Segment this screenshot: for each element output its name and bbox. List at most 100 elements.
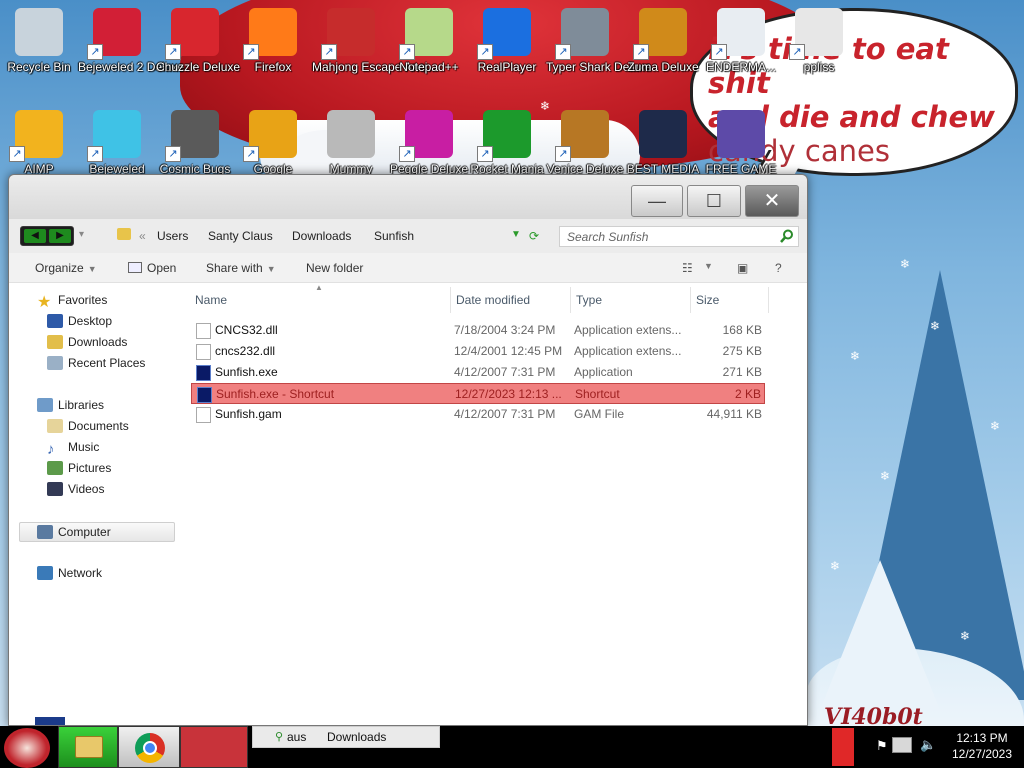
back-arrow-icon[interactable]: ◀ <box>24 229 46 243</box>
column-divider[interactable] <box>690 287 691 313</box>
address-dropdown-icon[interactable]: ▼ <box>511 229 521 240</box>
recycle-bin-icon <box>15 8 63 56</box>
start-button[interactable] <box>4 728 50 768</box>
back-forward-buttons: ◀ ▶ <box>20 226 74 246</box>
desktop-icon-label: Typer Shark Deluxe <box>546 60 652 74</box>
star-icon: ★ <box>37 294 52 311</box>
taskbar-item-label: Downloads <box>327 730 387 744</box>
address-bar: ◀ ▶ ▾ « Users Santy Claus Downloads Sunf… <box>9 219 807 253</box>
column-divider[interactable] <box>768 287 769 313</box>
refresh-icon[interactable]: ⟳ <box>529 229 539 243</box>
nav-favorites[interactable]: ★ Favorites <box>37 293 107 313</box>
desktop-icon-google[interactable]: ↗ Google <box>234 104 312 184</box>
desktop-icon-realplayer[interactable]: ↗ RealPlayer <box>468 2 546 82</box>
window-titlebar[interactable]: — ☐ ✕ <box>9 175 807 219</box>
snowflake-icon: ❄ <box>900 257 911 271</box>
file-size: 271 KB <box>722 365 762 379</box>
column-header-type[interactable]: Type <box>576 287 686 313</box>
desktop-icon-typer-shark-deluxe[interactable]: ↗ Typer Shark Deluxe <box>546 2 652 82</box>
desktop-icon-label: RealPlayer <box>477 60 537 74</box>
videos-icon <box>47 482 63 496</box>
nav-documents[interactable]: Documents <box>47 419 129 439</box>
breadcrumb-overflow-icon[interactable]: « <box>139 229 146 243</box>
desktop-icon-bejeweled[interactable]: ↗ Bejeweled <box>78 104 156 184</box>
enderma-icon: ↗ <box>711 8 765 60</box>
clock[interactable]: 12:13 PM 12/27/2023 <box>944 730 1020 762</box>
taskbar-explorer-button[interactable] <box>58 726 118 768</box>
breadcrumb[interactable]: « Users Santy Claus Downloads Sunfish ▼ … <box>117 225 602 247</box>
file-row[interactable]: cncs232.dll 12/4/2001 12:45 PM Application… <box>191 341 765 362</box>
desktop-icon-recycle-bin[interactable]: Recycle Bin <box>0 2 78 82</box>
desktop-icon-rocket-mania[interactable]: ↗ Rocket Mania <box>468 104 546 184</box>
desktop-icon-best-media[interactable]: BEST MEDIA <box>624 104 702 184</box>
nav-music[interactable]: ♪ Music <box>47 440 99 460</box>
file-row[interactable]: Sunfish.exe - Shortcut 12/27/2023 12:13 .… <box>191 383 765 404</box>
taskbar-app-button[interactable] <box>180 726 248 768</box>
nav-desktop[interactable]: Desktop <box>47 314 112 334</box>
nav-libraries[interactable]: Libraries <box>37 398 104 418</box>
breadcrumb-santy-claus[interactable]: Santy Claus <box>208 229 273 243</box>
desktop-icon-enderma[interactable]: ↗ ENDERMA... <box>702 2 780 82</box>
column-divider[interactable] <box>570 287 571 313</box>
recent-pages-chevron-down-icon[interactable]: ▾ <box>79 229 84 240</box>
file-date: 7/18/2004 3:24 PM <box>454 323 556 337</box>
breadcrumb-sunfish[interactable]: Sunfish <box>374 229 414 243</box>
search-input[interactable]: Search Sunfish <box>559 226 799 247</box>
desktop-icon-chuzzle-deluxe[interactable]: ↗ Chuzzle Deluxe <box>156 2 240 82</box>
nav-network[interactable]: Network <box>37 566 102 586</box>
column-divider[interactable] <box>450 287 451 313</box>
file-name: CNCS32.dll <box>215 323 278 337</box>
desktop-icon-venice-deluxe[interactable]: ↗ Venice Deluxe <box>546 104 624 184</box>
share-with-button[interactable]: Share with ▼ <box>206 261 276 275</box>
desktop-icon-aimp[interactable]: ↗ AIMP <box>0 104 78 184</box>
view-options-icon[interactable]: ☷ <box>682 261 693 275</box>
column-header-size[interactable]: Size <box>696 287 766 313</box>
nav-downloads[interactable]: Downloads <box>47 335 127 355</box>
desktop-icon-zuma-deluxe[interactable]: ↗ Zuma Deluxe <box>624 2 702 82</box>
snowflake-icon: ❄ <box>880 469 891 483</box>
search-icon[interactable] <box>780 229 794 243</box>
nav-videos[interactable]: Videos <box>47 482 104 502</box>
notification-flag-icon[interactable]: ⚑ <box>876 738 888 754</box>
desktop-icon-mummy[interactable]: Mummy <box>312 104 390 184</box>
desktop-icon-ppliss[interactable]: ↗ ppliss <box>780 2 858 82</box>
nav-downloads-label: Downloads <box>68 335 128 349</box>
volume-icon[interactable]: 🔈 <box>920 737 936 753</box>
new-folder-button[interactable]: New folder <box>306 261 363 275</box>
organize-button[interactable]: Organize ▼ <box>35 261 97 275</box>
column-header-date[interactable]: Date modified <box>456 287 568 313</box>
forward-arrow-icon[interactable]: ▶ <box>49 229 71 243</box>
breadcrumb-users[interactable]: Users <box>157 229 188 243</box>
explorer-window[interactable]: — ☐ ✕ ◀ ▶ ▾ « Users Santy Claus Download… <box>8 174 808 726</box>
nav-pictures[interactable]: Pictures <box>47 461 111 481</box>
breadcrumb-downloads[interactable]: Downloads <box>292 229 351 243</box>
file-row[interactable]: Sunfish.gam 4/12/2007 7:31 PM GAM File 44,9… <box>191 404 765 425</box>
desktop-icon-free-game[interactable]: FREE GAME <box>702 104 780 184</box>
maximize-button[interactable]: ☐ <box>687 185 741 217</box>
search-placeholder: Search Sunfish <box>567 230 649 244</box>
help-button[interactable]: ? <box>775 261 782 275</box>
desktop-icon-bejeweled-2-deluxe[interactable]: ↗ Bejeweled 2 Deluxe <box>78 2 184 82</box>
close-button[interactable]: ✕ <box>745 185 799 217</box>
desktop-icon-peggle-deluxe[interactable]: ↗ Peggle Deluxe <box>390 104 468 184</box>
desktop-icon-mahjong-escape-anci[interactable]: ↗ Mahjong Escape Anci... <box>312 2 437 82</box>
preview-pane-icon[interactable]: ▣ <box>737 261 748 275</box>
minimize-button[interactable]: — <box>631 185 683 217</box>
desktop-icon-firefox[interactable]: ↗ Firefox <box>234 2 312 82</box>
taskbar-downloads-window[interactable]: ⚲ aus Downloads <box>252 726 440 748</box>
shortcut-arrow-icon: ↗ <box>87 146 103 162</box>
file-row[interactable]: Sunfish.exe 4/12/2007 7:31 PM Application 2… <box>191 362 765 383</box>
show-desktop-button[interactable] <box>832 728 854 766</box>
taskbar-chrome-button[interactable] <box>118 726 180 768</box>
network-tray-icon[interactable] <box>892 737 912 753</box>
snowflake-icon: ❄ <box>960 629 971 643</box>
view-chevron-down-icon[interactable]: ▼ <box>704 261 713 271</box>
open-button[interactable]: Open <box>128 261 176 275</box>
mahjong-escape-anci-icon: ↗ <box>321 8 375 60</box>
file-row[interactable]: CNCS32.dll 7/18/2004 3:24 PM Application e… <box>191 320 765 341</box>
nav-computer[interactable]: Computer <box>19 522 175 542</box>
nav-recent-places[interactable]: Recent Places <box>47 356 145 376</box>
desktop-icon-notepad[interactable]: ↗ Notepad++ <box>390 2 468 82</box>
desktop-icon-cosmic-bugs[interactable]: ↗ Cosmic Bugs <box>156 104 234 184</box>
shortcut-arrow-icon: ↗ <box>243 44 259 60</box>
